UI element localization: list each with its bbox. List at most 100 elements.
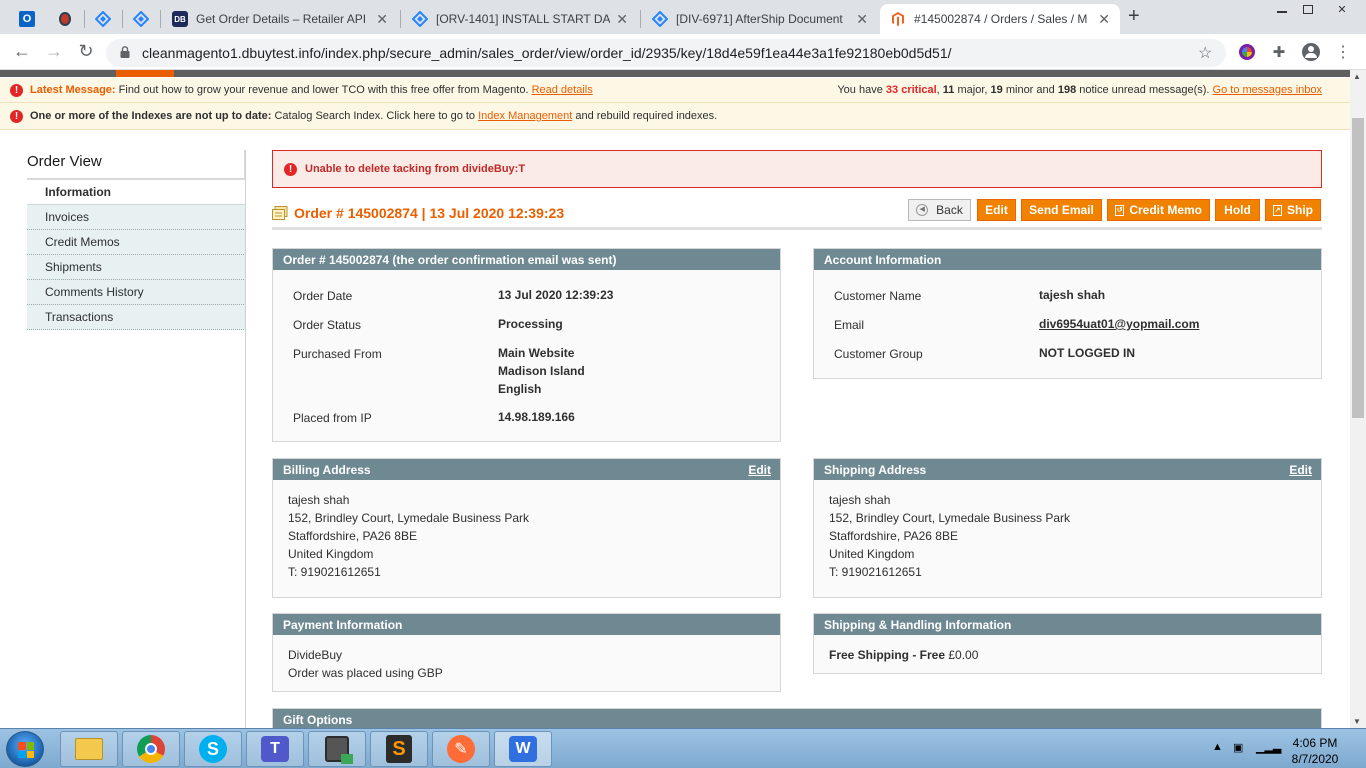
- maximize-button[interactable]: [1296, 0, 1320, 18]
- payment-info-box: Payment Information DivideBuy Order was …: [272, 613, 781, 692]
- address-bar[interactable]: cleanmagento1.dbuytest.info/index.php/se…: [106, 39, 1226, 67]
- balloon-icon: [59, 12, 71, 26]
- window-close-button[interactable]: ✕: [1322, 0, 1362, 18]
- browser-tab-strip: O DB Get Order Details – Retailer API In…: [0, 0, 1366, 34]
- close-icon[interactable]: ✕: [616, 11, 628, 28]
- scroll-down-arrow-icon[interactable]: ▼: [1353, 717, 1361, 726]
- purchased-from-label: Purchased From: [293, 347, 382, 361]
- sidebar-item-information[interactable]: Information: [27, 180, 246, 205]
- tab-retailer-api[interactable]: DB Get Order Details – Retailer API In ✕: [162, 4, 398, 34]
- wps-writer-icon: W: [509, 736, 537, 762]
- jira-pinned-tab-2[interactable]: [122, 4, 160, 34]
- order-info-header: Order # 145002874 (the order confirmatio…: [273, 249, 780, 270]
- windows-start-button[interactable]: [6, 731, 44, 767]
- order-date-label: Order Date: [293, 289, 353, 303]
- jira-pinned-tab-1[interactable]: [84, 4, 122, 34]
- tab-title: [DIV-6971] AfterShip Document: [676, 12, 843, 26]
- scroll-up-arrow-icon[interactable]: ▲: [1353, 72, 1361, 81]
- customer-name-label: Customer Name: [834, 289, 922, 303]
- order-date-value: 13 Jul 2020 12:39:23: [498, 288, 614, 302]
- sidebar-item-credit-memos[interactable]: Credit Memos: [27, 230, 246, 255]
- back-button[interactable]: ◀ Back: [908, 199, 971, 221]
- network-signal-icon[interactable]: ▁▂▃: [1256, 741, 1281, 754]
- teams-icon: T: [261, 736, 289, 762]
- bookmark-star-icon[interactable]: ☆: [1198, 43, 1212, 63]
- scroll-thumb[interactable]: [1352, 118, 1364, 418]
- reload-icon[interactable]: ↻: [76, 41, 96, 62]
- lock-app-icon: [325, 736, 353, 764]
- shipping-address-box: Shipping Address Edit tajesh shah 152, B…: [813, 458, 1322, 598]
- sidebar-divider: [245, 150, 246, 728]
- error-icon: !: [10, 110, 23, 123]
- tab-magento-order[interactable]: #145002874 / Orders / Sales / M ✕: [880, 4, 1120, 34]
- send-email-button[interactable]: Send Email: [1021, 199, 1102, 221]
- ship-button[interactable]: ↗ Ship: [1265, 199, 1321, 221]
- system-clock[interactable]: 4:06 PM 8/7/2020: [1280, 735, 1350, 767]
- postman-taskbar-button[interactable]: ✎: [432, 731, 490, 767]
- billing-edit-link[interactable]: Edit: [748, 463, 771, 477]
- forward-arrow-icon[interactable]: →: [44, 41, 64, 62]
- jira-icon: [652, 11, 668, 27]
- sidebar-item-shipments[interactable]: Shipments: [27, 255, 246, 280]
- chrome-taskbar-button[interactable]: [122, 731, 180, 767]
- sublime-taskbar-button[interactable]: S: [370, 731, 428, 767]
- chrome-icon: [137, 735, 165, 763]
- word-taskbar-button[interactable]: W: [494, 731, 552, 767]
- tray-device-icon[interactable]: ▣: [1233, 741, 1243, 754]
- read-details-link[interactable]: Read details: [532, 84, 593, 96]
- puzzle-extensions-icon[interactable]: ✚: [1270, 43, 1288, 61]
- customer-name-value: tajesh shah: [1039, 288, 1106, 302]
- gift-options-header[interactable]: Gift Options: [273, 709, 1321, 730]
- skype-taskbar-button[interactable]: S: [184, 731, 242, 767]
- jira-icon: [412, 11, 428, 27]
- billing-address-lines: tajesh shah 152, Brindley Court, Lymedal…: [288, 493, 530, 579]
- index-management-link[interactable]: Index Management: [478, 110, 572, 122]
- folder-icon: [75, 738, 103, 760]
- messages-summary: You have 33 critical, 11 major, 19 minor…: [837, 84, 1322, 96]
- pinned-tab-2[interactable]: [46, 4, 84, 34]
- shipping-edit-link[interactable]: Edit: [1289, 463, 1312, 477]
- close-icon[interactable]: ✕: [1098, 11, 1110, 28]
- billing-address-box: Billing Address Edit tajesh shah 152, Br…: [272, 458, 781, 598]
- error-message: ! Unable to delete tacking from divideBu…: [272, 150, 1322, 188]
- lock-icon: [120, 46, 130, 58]
- close-icon[interactable]: ✕: [856, 11, 868, 28]
- tab-title: [ORV-1401] INSTALL START DATE: [436, 12, 611, 26]
- sidebar-item-comments-history[interactable]: Comments History: [27, 280, 246, 305]
- outlook-pinned-tab[interactable]: O: [8, 4, 46, 34]
- critical-count: 33 critical: [885, 84, 937, 96]
- shipping-method: Free Shipping - Free £0.00: [829, 648, 979, 662]
- sidebar-item-transactions[interactable]: Transactions: [27, 305, 246, 330]
- postman-icon: ✎: [447, 735, 475, 763]
- teams-taskbar-button[interactable]: T: [246, 731, 304, 767]
- edit-order-button[interactable]: Edit: [977, 199, 1016, 221]
- tab-orv-1401[interactable]: [ORV-1401] INSTALL START DATE ✕: [402, 4, 638, 34]
- hold-button[interactable]: Hold: [1215, 199, 1260, 221]
- tab-div-6971[interactable]: [DIV-6971] AfterShip Document ✕: [642, 4, 878, 34]
- extension-icon[interactable]: [1238, 43, 1256, 61]
- file-explorer-taskbar-button[interactable]: [60, 731, 118, 767]
- jira-icon: [95, 11, 111, 27]
- back-arrow-icon[interactable]: ←: [12, 41, 32, 62]
- sidebar-item-invoices[interactable]: Invoices: [27, 205, 246, 230]
- payment-info-header: Payment Information: [273, 614, 780, 635]
- vpn-taskbar-button[interactable]: [308, 731, 366, 767]
- profile-avatar-icon[interactable]: [1302, 43, 1320, 61]
- back-circle-icon: ◀: [916, 204, 929, 216]
- shipping-handling-header: Shipping & Handling Information: [814, 614, 1321, 635]
- tray-expand-icon[interactable]: ▲: [1212, 741, 1223, 753]
- messages-inbox-link[interactable]: Go to messages inbox: [1213, 84, 1322, 96]
- customer-group-value: NOT LOGGED IN: [1039, 346, 1135, 360]
- new-tab-button[interactable]: +: [1128, 5, 1140, 28]
- tab-title: Get Order Details – Retailer API In: [196, 12, 371, 26]
- url-text: cleanmagento1.dbuytest.info/index.php/se…: [142, 45, 952, 61]
- page-scrollbar[interactable]: ▲ ▼: [1350, 70, 1366, 728]
- account-info-header: Account Information: [814, 249, 1321, 270]
- error-icon: !: [10, 84, 23, 97]
- minimize-button[interactable]: [1270, 0, 1294, 18]
- browser-menu-icon[interactable]: ⋮: [1334, 43, 1352, 61]
- customer-email-link[interactable]: div6954uat01@yopmail.com: [1039, 315, 1199, 333]
- close-icon[interactable]: ✕: [376, 11, 388, 28]
- order-view-sidebar: Order View Information Invoices Credit M…: [27, 150, 246, 330]
- credit-memo-button[interactable]: ↺ Credit Memo: [1107, 199, 1210, 221]
